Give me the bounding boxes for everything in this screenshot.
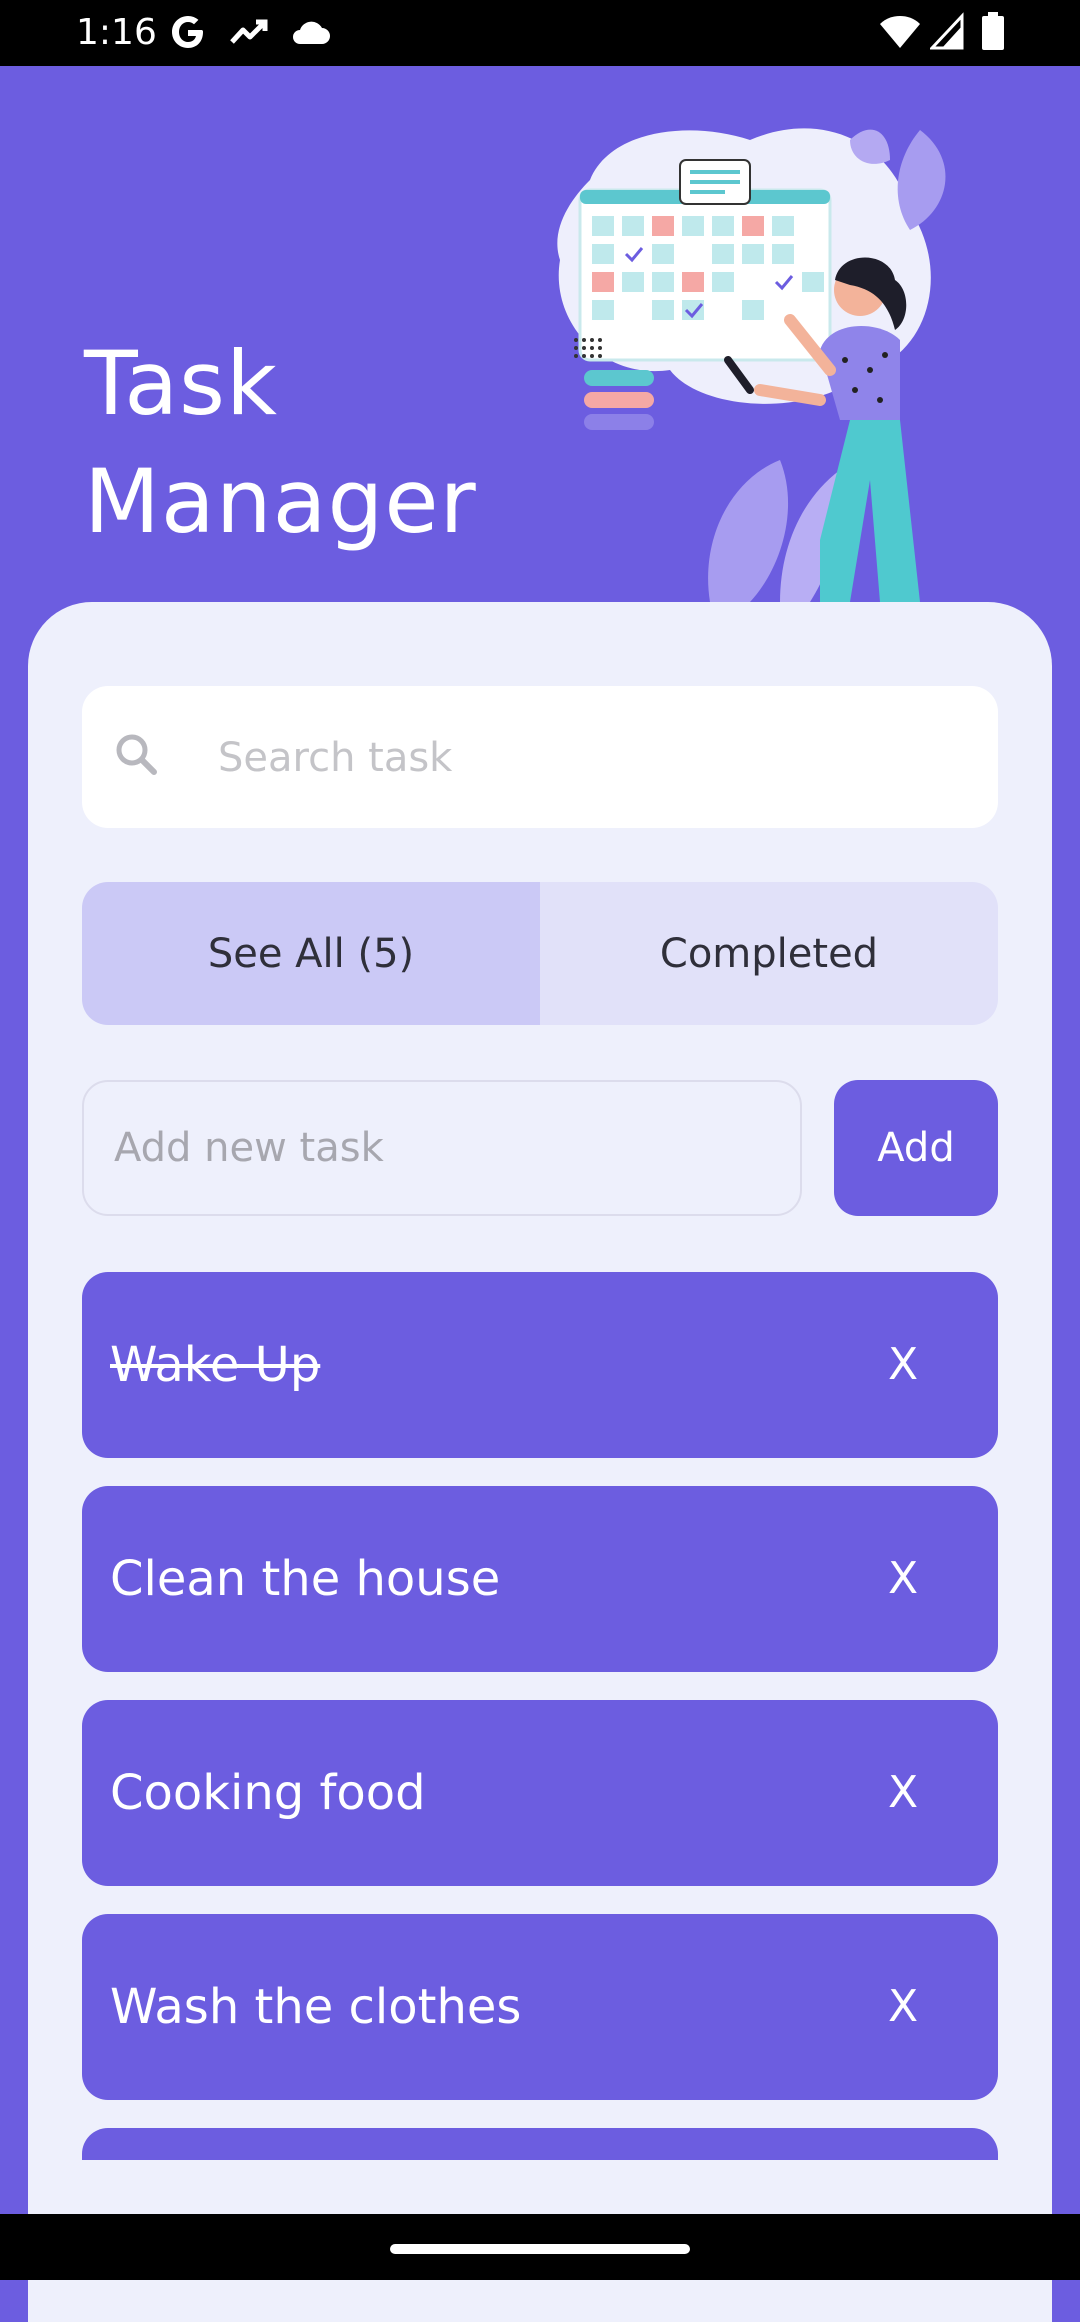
search-icon xyxy=(116,734,157,775)
tab-completed[interactable]: Completed xyxy=(540,882,998,1025)
task-item[interactable]: Wake Up X xyxy=(82,1272,998,1458)
status-time: 1:16 xyxy=(76,12,157,53)
task-label: Wake Up xyxy=(110,1337,321,1393)
task-label: Cooking food xyxy=(110,1765,426,1821)
search-input[interactable] xyxy=(216,714,960,802)
task-label: Clean the house xyxy=(110,1551,501,1607)
cloud-icon xyxy=(293,21,330,44)
page-title: Task Manager xyxy=(84,332,477,553)
delete-task-button[interactable]: X xyxy=(888,1486,918,1672)
new-task-input[interactable] xyxy=(82,1080,802,1216)
battery-icon xyxy=(982,12,1004,50)
home-gesture-handle[interactable] xyxy=(390,2244,690,2254)
task-item[interactable]: Wash the clothes X xyxy=(82,1914,998,2100)
task-item[interactable]: Cooking food X xyxy=(82,1700,998,1886)
search-bar[interactable] xyxy=(82,686,998,828)
task-item[interactable]: Clean the house X xyxy=(82,1486,998,1672)
task-planner-illustration xyxy=(557,128,946,602)
delete-task-button[interactable]: X xyxy=(888,1272,918,1458)
task-label: Wash the clothes xyxy=(110,1979,522,2035)
status-bar: 1:16 xyxy=(0,0,1080,66)
delete-task-button[interactable]: X xyxy=(888,1914,918,2100)
wifi-icon xyxy=(880,16,920,48)
trending-icon xyxy=(230,19,268,44)
main-card: See All (5) Completed Add Wake Up X Clea… xyxy=(28,602,1052,2322)
navigation-bar xyxy=(0,2214,1080,2280)
filter-tabs: See All (5) Completed xyxy=(82,882,998,1025)
signal-icon xyxy=(930,12,964,50)
task-list: Wake Up X Clean the house X Cooking food… xyxy=(82,1272,998,2160)
google-icon xyxy=(172,16,203,48)
task-item-partial[interactable] xyxy=(82,2128,998,2160)
delete-task-button[interactable]: X xyxy=(888,1700,918,1886)
add-task-button[interactable]: Add xyxy=(834,1080,998,1216)
tab-see-all[interactable]: See All (5) xyxy=(82,882,540,1025)
